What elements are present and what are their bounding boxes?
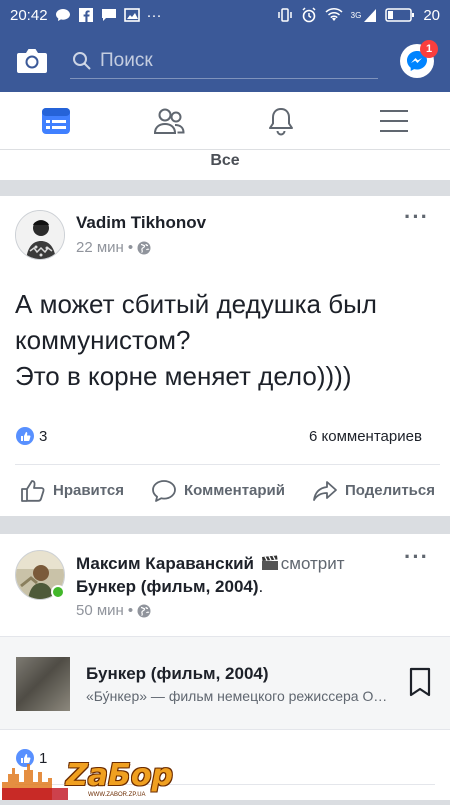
battery-level: 20 <box>423 7 440 24</box>
bookmark-icon[interactable] <box>408 667 432 697</box>
online-indicator <box>51 585 65 599</box>
facebook-notification-icon <box>78 8 94 22</box>
tab-notifications[interactable] <box>225 92 338 149</box>
post-text: А может сбитый дедушка был коммунистом? … <box>15 286 435 394</box>
watermark: ZаБор WWW.ZABOR.ZP.UA <box>0 752 160 800</box>
like-icon <box>20 479 46 503</box>
friends-icon <box>153 107 185 135</box>
post-time: 22 мин <box>76 239 124 256</box>
wifi-icon <box>325 7 343 23</box>
activity-suffix: . <box>259 577 264 596</box>
share-icon <box>312 479 338 503</box>
link-thumbnail <box>16 657 70 711</box>
alarm-icon <box>301 7 317 23</box>
tab-bar <box>0 92 450 150</box>
post-text-line: А может сбитый дедушка был <box>15 286 435 322</box>
clock: 20:42 <box>10 7 48 24</box>
reactions-summary[interactable]: 3 <box>16 427 47 445</box>
bell-icon <box>267 106 295 136</box>
globe-icon <box>137 241 151 255</box>
tab-news-feed[interactable] <box>0 92 113 149</box>
watermark-logo <box>0 752 70 800</box>
news-feed-icon <box>41 107 71 135</box>
share-button[interactable]: Поделиться <box>312 479 435 503</box>
post-card: Vadim Tikhonov 22 мин • ··· А может сбит… <box>0 196 450 516</box>
post-author[interactable]: Vadim Tikhonov <box>76 213 206 233</box>
globe-icon <box>137 604 151 618</box>
tab-menu[interactable] <box>338 92 450 149</box>
link-attachment[interactable]: Бункер (фильм, 2004) «Бу́нкер» — фильм н… <box>0 636 450 730</box>
status-bar: 20:42 ··· 3G 20 <box>0 0 450 30</box>
film-clapper-icon <box>261 555 279 571</box>
messenger-badge: 1 <box>420 40 438 58</box>
watermark-url: WWW.ZABOR.ZP.UA <box>88 792 146 798</box>
image-notification-icon <box>124 8 140 22</box>
watermark-text: ZаБор <box>66 758 173 793</box>
more-notifications-icon: ··· <box>147 7 162 24</box>
post-text-line: коммунистом? <box>15 322 435 358</box>
chat-notification-icon <box>55 8 71 22</box>
comment-icon <box>151 479 177 503</box>
share-label: Поделиться <box>345 482 435 499</box>
feed-filter-all[interactable]: Все <box>0 150 450 180</box>
comment-label: Комментарий <box>184 482 285 499</box>
search-placeholder: Поиск <box>100 50 153 72</box>
top-header: Поиск 1 <box>0 30 450 92</box>
post-actions: Нравится Комментарий Поделиться <box>15 464 440 516</box>
link-title: Бункер (фильм, 2004) <box>86 664 269 684</box>
meta-separator: • <box>128 602 133 619</box>
activity-verb: смотрит <box>281 554 345 573</box>
like-label: Нравится <box>53 482 124 499</box>
battery-icon <box>385 7 415 23</box>
menu-icon <box>379 109 409 133</box>
post-text-line: Это в корне меняет дело)))) <box>15 358 435 394</box>
likes-count: 3 <box>39 428 47 445</box>
post-meta: 50 мин • <box>76 602 151 619</box>
post-meta: 22 мин • <box>76 239 151 256</box>
activity-object[interactable]: Бункер (фильм, 2004) <box>76 577 259 596</box>
avatar[interactable] <box>15 210 65 260</box>
camera-icon[interactable] <box>16 47 48 75</box>
message-notification-icon <box>101 8 117 22</box>
post-options-icon[interactable]: ··· <box>404 544 429 570</box>
post-header-text: Максим Караванский смотрит Бункер (фильм… <box>76 552 396 598</box>
network-type: 3G <box>351 11 362 20</box>
post-time: 50 мин <box>76 602 124 619</box>
comments-count[interactable]: 6 комментариев <box>309 428 422 445</box>
search-icon <box>72 51 92 71</box>
link-description: «Бу́нкер» — фильм немецкого режиссера Ол… <box>86 688 391 704</box>
vibrate-icon <box>277 7 293 23</box>
signal-icon <box>363 7 377 23</box>
author-photo <box>16 211 65 260</box>
search-input[interactable]: Поиск <box>70 43 378 79</box>
like-button[interactable]: Нравится <box>20 479 124 503</box>
like-reaction-icon <box>16 427 34 445</box>
tab-friends[interactable] <box>113 92 226 149</box>
meta-separator: • <box>128 239 133 256</box>
post-author[interactable]: Максим Караванский <box>76 554 254 573</box>
comment-button[interactable]: Комментарий <box>151 479 285 503</box>
post-options-icon[interactable]: ··· <box>404 204 429 230</box>
